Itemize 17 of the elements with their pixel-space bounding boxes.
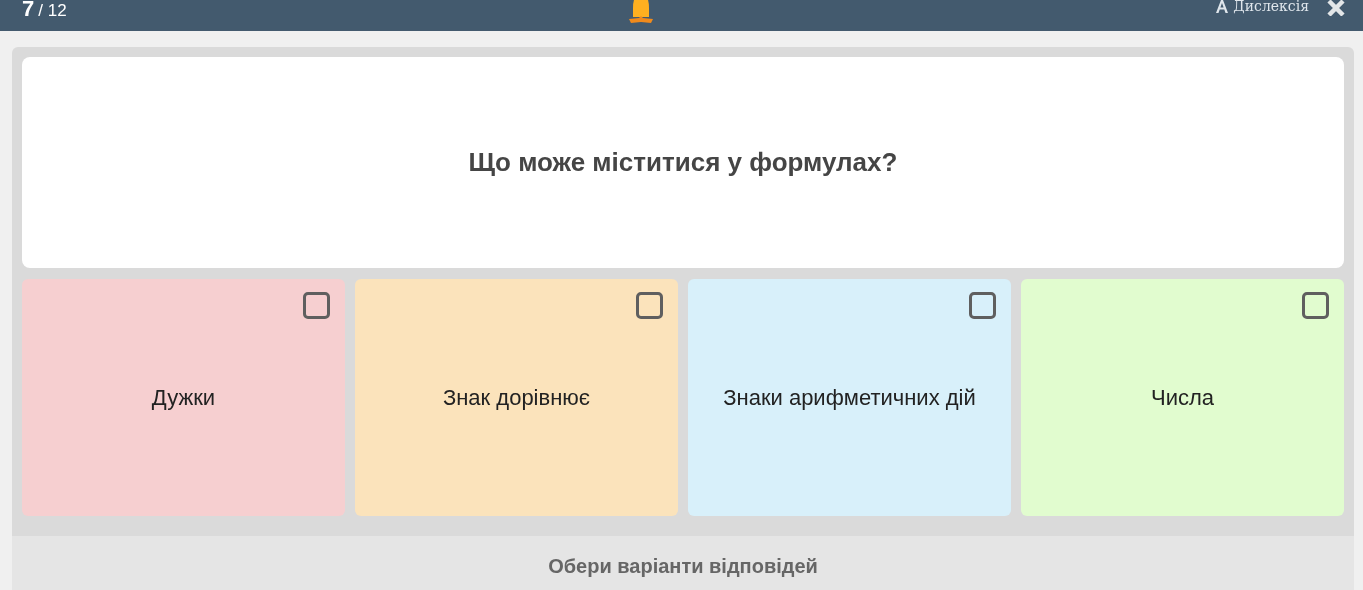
checkbox[interactable] xyxy=(969,292,996,319)
checkbox[interactable] xyxy=(303,292,330,319)
font-icon xyxy=(1215,0,1230,13)
question-text: Що може міститися у формулах? xyxy=(468,147,898,178)
answer-option[interactable]: Дужки xyxy=(22,279,345,516)
answer-option[interactable]: Знак дорівнює xyxy=(355,279,678,516)
question-total: / 12 xyxy=(38,1,67,21)
bell-icon xyxy=(626,0,656,26)
checkbox[interactable] xyxy=(1302,292,1329,319)
question-counter: 7 xyxy=(22,0,35,22)
close-button[interactable] xyxy=(1327,0,1345,16)
answer-option[interactable]: Знаки арифметичних дій xyxy=(688,279,1011,516)
close-icon xyxy=(1327,0,1345,16)
dyslexia-toggle[interactable]: Дислексія xyxy=(1215,0,1309,14)
instruction-text: Обери варіанти відповідей xyxy=(548,554,818,578)
checkbox[interactable] xyxy=(636,292,663,319)
answer-option[interactable]: Числа xyxy=(1021,279,1344,516)
